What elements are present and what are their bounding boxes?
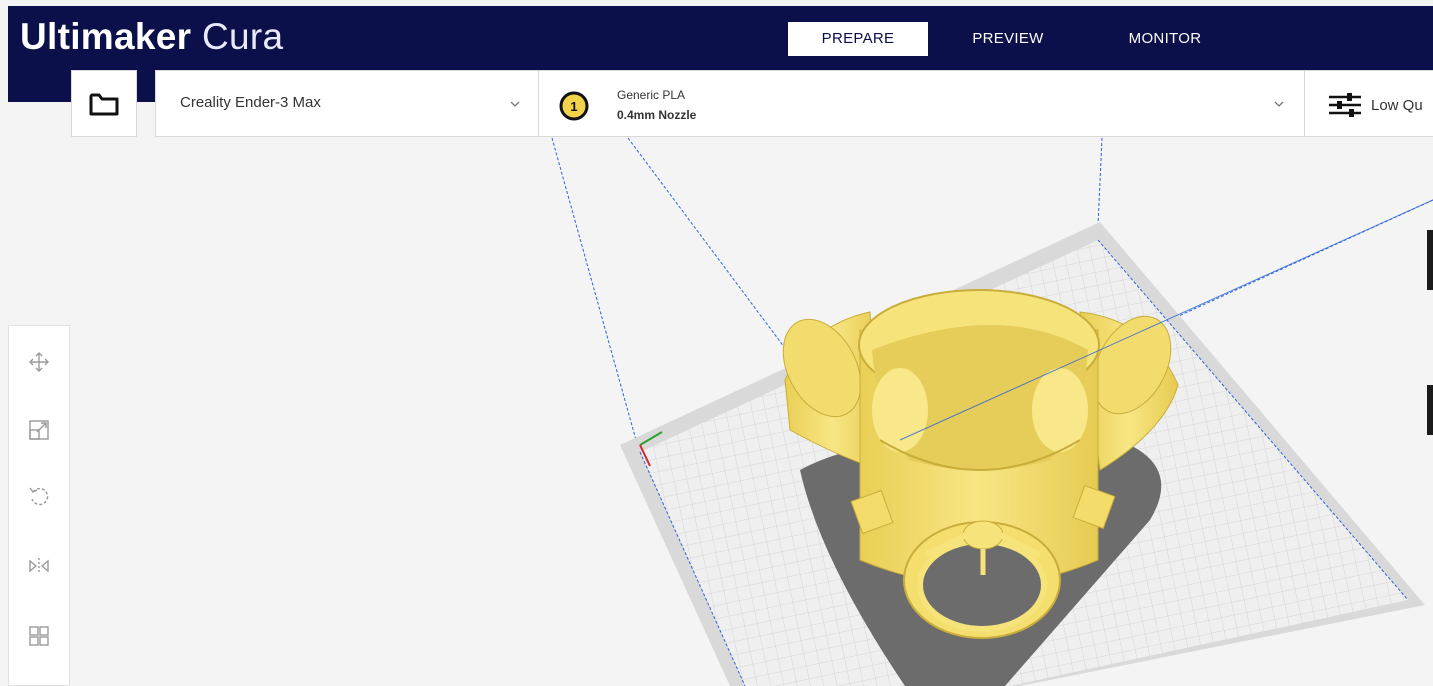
view-orientation-control[interactable] <box>1427 385 1433 435</box>
scale-tool-button[interactable] <box>19 410 59 450</box>
sliders-icon <box>1329 93 1361 117</box>
machine-name: Creality Ender-3 Max <box>180 94 321 111</box>
move-icon <box>29 352 49 372</box>
tab-monitor[interactable]: MONITOR <box>1110 22 1220 56</box>
logo-brand: Ultimaker <box>20 16 192 57</box>
extruder-number: 1 <box>570 99 577 114</box>
print-settings-selector[interactable]: Low Qu <box>1304 70 1433 137</box>
view-orientation-control[interactable] <box>1427 230 1433 290</box>
extruder-icon: 1 <box>559 91 589 121</box>
chevron-down-icon <box>1274 101 1284 107</box>
folder-icon <box>89 93 119 115</box>
rotate-tool-button[interactable] <box>19 476 59 516</box>
mirror-icon <box>29 558 49 574</box>
material-name: Generic PLA <box>617 88 686 102</box>
open-file-button[interactable] <box>71 70 137 137</box>
material-selector[interactable]: 1 Generic PLA 0.4mm Nozzle <box>538 70 1305 137</box>
cura-window: Ultimaker Cura PREPARE PREVIEW MONITOR C… <box>0 0 1433 686</box>
mirror-tool-button[interactable] <box>19 546 59 586</box>
tab-prepare[interactable]: PREPARE <box>788 22 928 56</box>
move-tool-button[interactable] <box>19 342 59 382</box>
rotate-icon <box>29 487 49 506</box>
app-logo: Ultimaker Cura <box>20 16 283 58</box>
logo-product: Cura <box>201 16 284 57</box>
tool-panel <box>8 325 70 686</box>
quality-label: Low Qu <box>1371 97 1423 114</box>
chevron-down-icon <box>510 101 520 107</box>
per-model-settings-icon <box>29 626 49 646</box>
per-model-settings-tool-button[interactable] <box>19 616 59 656</box>
machine-selector[interactable]: Creality Ender-3 Max <box>155 70 539 137</box>
nozzle-name: 0.4mm Nozzle <box>617 108 697 122</box>
scale-icon <box>29 420 49 440</box>
tab-preview[interactable]: PREVIEW <box>958 22 1058 56</box>
